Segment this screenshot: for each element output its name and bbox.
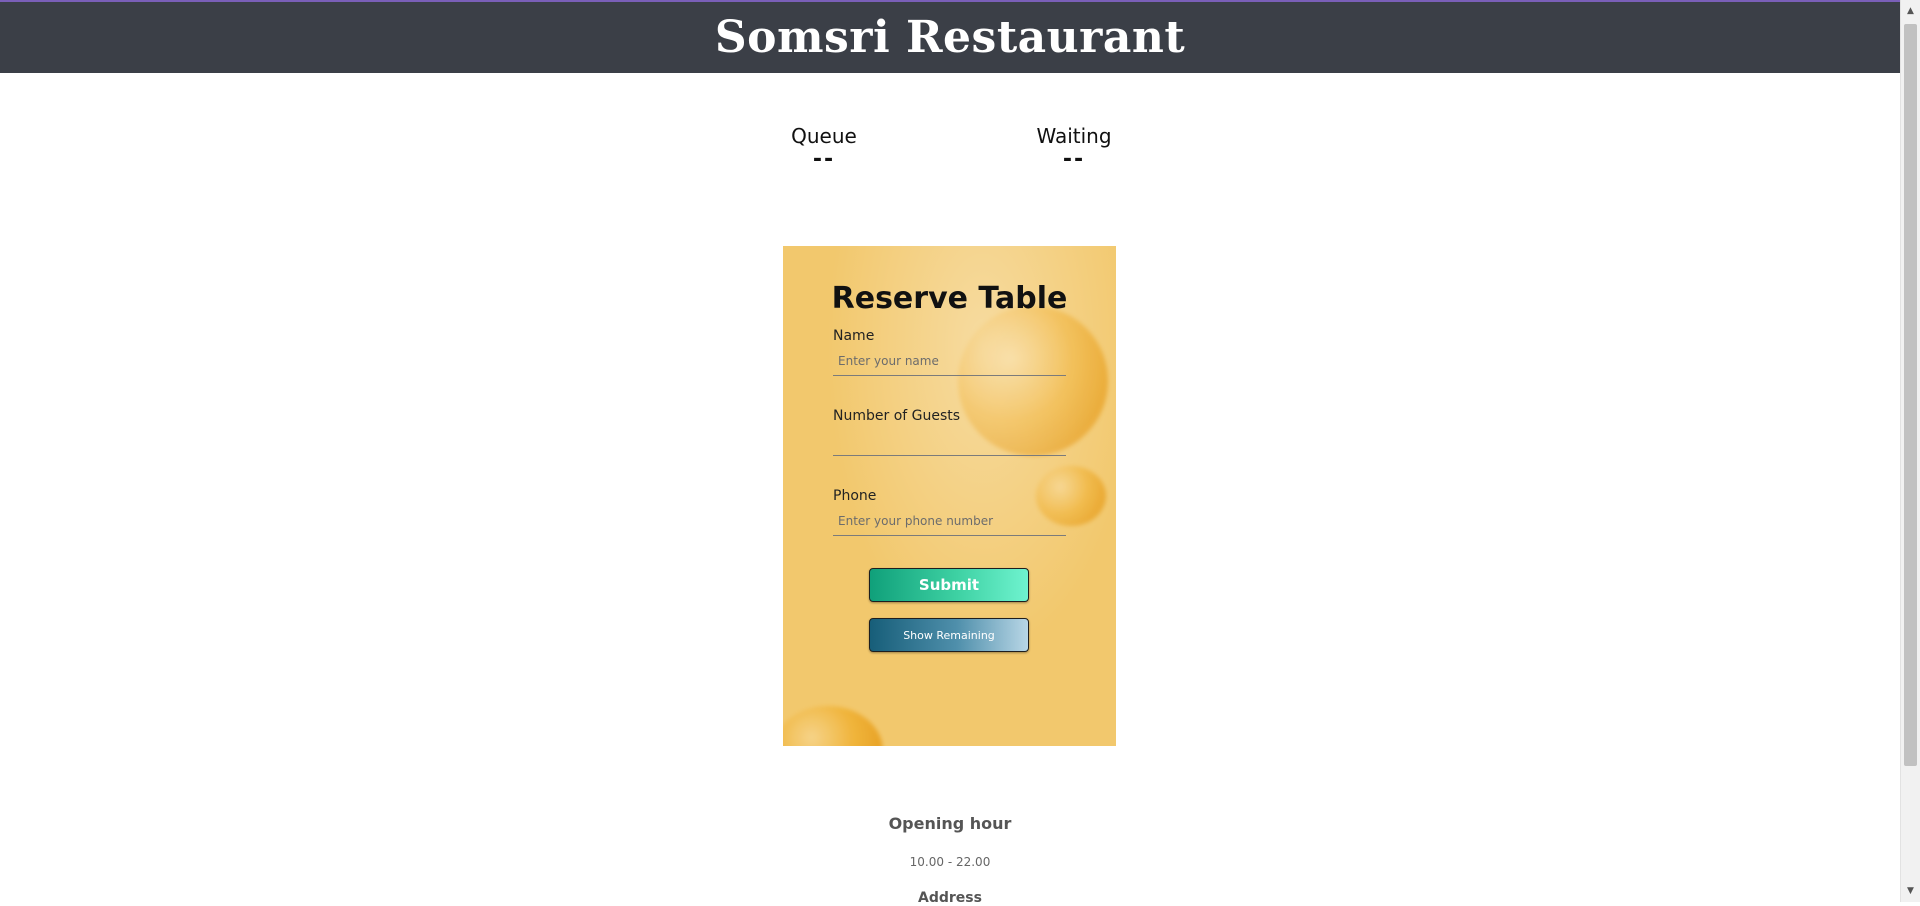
phone-input[interactable] [833, 512, 1066, 536]
reserve-form: Reserve Table Name Number of Guests Phon… [783, 246, 1116, 746]
waiting-value: -- [1062, 147, 1086, 172]
name-field: Name [833, 328, 1066, 376]
queue-stat: Queue -- [764, 124, 884, 172]
name-input[interactable] [833, 352, 1066, 376]
opening-hours: 10.00 - 22.00 [909, 855, 991, 869]
address-heading: Address [918, 890, 982, 906]
phone-label: Phone [833, 488, 877, 504]
scroll-down-icon[interactable]: ▼ [1901, 882, 1920, 900]
scrollbar-thumb[interactable] [1904, 24, 1917, 766]
reserve-table-card: Reserve Table Name Number of Guests Phon… [783, 246, 1116, 746]
guests-label: Number of Guests [833, 408, 961, 424]
name-label: Name [833, 328, 875, 344]
guests-input[interactable] [833, 432, 1066, 456]
scroll-up-icon[interactable]: ▲ [1901, 2, 1920, 20]
restaurant-title: Somsri Restaurant [714, 12, 1186, 63]
site-header: Somsri Restaurant [0, 2, 1900, 73]
phone-field: Phone [833, 488, 1066, 536]
waiting-stat: Waiting -- [1014, 124, 1134, 172]
show-remaining-button[interactable]: Show Remaining [869, 618, 1029, 652]
queue-stats: Queue -- Waiting -- [0, 124, 1900, 184]
waiting-label: Waiting [1036, 124, 1112, 148]
page-scrollbar[interactable]: ▲ ▼ [1900, 0, 1920, 902]
form-title: Reserve Table [831, 281, 1068, 316]
submit-button[interactable]: Submit [869, 568, 1029, 602]
opening-hour-heading: Opening hour [888, 814, 1012, 833]
guests-field: Number of Guests [833, 408, 1066, 456]
queue-label: Queue [791, 124, 857, 148]
queue-value: -- [812, 147, 836, 172]
